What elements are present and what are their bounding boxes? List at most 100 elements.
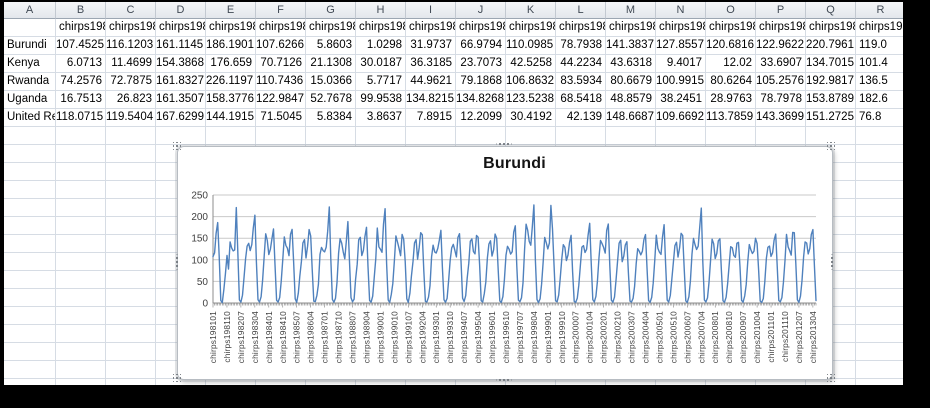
cell[interactable]: 70.7126: [256, 55, 306, 73]
cell[interactable]: [856, 199, 903, 217]
cell[interactable]: 161.1145: [156, 37, 206, 55]
field-header-cell[interactable]: chirps198: [206, 19, 256, 37]
cell[interactable]: [106, 127, 156, 145]
cell[interactable]: 16.7513: [56, 91, 106, 109]
cell[interactable]: 80.6679: [606, 73, 656, 91]
field-header-cell[interactable]: chirps198: [806, 19, 856, 37]
column-header-M[interactable]: M: [606, 2, 656, 19]
selection-handle-bottom-right[interactable]: [827, 374, 835, 382]
cell[interactable]: [406, 127, 456, 145]
cell[interactable]: 109.6692: [656, 109, 706, 127]
cell[interactable]: 76.8: [856, 109, 903, 127]
cell[interactable]: 74.2576: [56, 73, 106, 91]
selection-handle-left-middle[interactable]: [175, 255, 179, 270]
cell[interactable]: [56, 181, 106, 199]
cell[interactable]: [506, 127, 556, 145]
cell[interactable]: 141.3837: [606, 37, 656, 55]
cell[interactable]: [106, 217, 156, 235]
cell[interactable]: [4, 181, 56, 199]
cell[interactable]: [106, 361, 156, 379]
cell[interactable]: 3.8637: [356, 109, 406, 127]
cell[interactable]: [706, 127, 756, 145]
cell[interactable]: 220.7961: [806, 37, 856, 55]
cell[interactable]: [106, 325, 156, 343]
cell[interactable]: 1.0298: [356, 37, 406, 55]
field-header-cell[interactable]: chirps198: [456, 19, 506, 37]
cell[interactable]: 36.3185: [406, 55, 456, 73]
column-header-P[interactable]: P: [756, 2, 806, 19]
cell[interactable]: 5.7717: [356, 73, 406, 91]
cell[interactable]: 105.2576: [756, 73, 806, 91]
cell[interactable]: 120.6816: [706, 37, 756, 55]
cell[interactable]: 6.0713: [56, 55, 106, 73]
selection-handle-bottom-middle[interactable]: [497, 378, 512, 382]
cell[interactable]: [56, 271, 106, 289]
cell[interactable]: 66.9794: [456, 37, 506, 55]
selection-handle-bottom-left[interactable]: [173, 374, 181, 382]
field-header-cell[interactable]: chirps198: [356, 19, 406, 37]
cell[interactable]: [856, 127, 903, 145]
column-header-H[interactable]: H: [356, 2, 406, 19]
cell[interactable]: [856, 253, 903, 271]
cell[interactable]: [106, 271, 156, 289]
cell[interactable]: [106, 199, 156, 217]
cell[interactable]: 44.2234: [556, 55, 606, 73]
cell[interactable]: 106.8632: [506, 73, 556, 91]
field-header-cell[interactable]: chirps198: [56, 19, 106, 37]
cell[interactable]: [856, 271, 903, 289]
cell[interactable]: [106, 145, 156, 163]
column-header-L[interactable]: L: [556, 2, 606, 19]
cell[interactable]: 134.7015: [806, 55, 856, 73]
cell[interactable]: [4, 217, 56, 235]
cell[interactable]: [106, 163, 156, 181]
cell[interactable]: 107.4525: [56, 37, 106, 55]
cell[interactable]: 144.1915: [206, 109, 256, 127]
field-header-cell[interactable]: chirps198: [606, 19, 656, 37]
cell[interactable]: 110.0985: [506, 37, 556, 55]
cell[interactable]: 113.7859: [706, 109, 756, 127]
cell[interactable]: 26.823: [106, 91, 156, 109]
field-header-cell[interactable]: chirps198: [256, 19, 306, 37]
cell[interactable]: [56, 235, 106, 253]
cell[interactable]: [56, 253, 106, 271]
cell[interactable]: 33.6907: [756, 55, 806, 73]
cell[interactable]: [606, 127, 656, 145]
cell[interactable]: 116.1203: [106, 37, 156, 55]
cell[interactable]: 154.3868: [156, 55, 206, 73]
cell[interactable]: [106, 343, 156, 361]
cell[interactable]: 5.8603: [306, 37, 356, 55]
cell[interactable]: [4, 145, 56, 163]
cell[interactable]: 226.1197: [206, 73, 256, 91]
selection-handle-right-middle[interactable]: [830, 255, 834, 270]
cell[interactable]: 21.1308: [306, 55, 356, 73]
cell[interactable]: 78.7978: [756, 91, 806, 109]
cell[interactable]: [56, 343, 106, 361]
cell[interactable]: 148.6687: [606, 109, 656, 127]
field-header-cell[interactable]: chirps198: [756, 19, 806, 37]
cell[interactable]: [4, 127, 56, 145]
cell[interactable]: 71.5045: [256, 109, 306, 127]
column-header-I[interactable]: I: [406, 2, 456, 19]
column-header-A[interactable]: A: [4, 2, 56, 19]
cell[interactable]: [4, 289, 56, 307]
row-label[interactable]: Uganda: [4, 91, 56, 109]
selection-handle-top-middle[interactable]: [497, 142, 512, 146]
cell[interactable]: [4, 235, 56, 253]
cell[interactable]: [4, 343, 56, 361]
cell[interactable]: 44.9621: [406, 73, 456, 91]
cell[interactable]: 5.8384: [306, 109, 356, 127]
cell[interactable]: [4, 19, 56, 37]
cell[interactable]: 186.1901: [206, 37, 256, 55]
cell[interactable]: 80.6264: [706, 73, 756, 91]
cell[interactable]: [4, 271, 56, 289]
cell[interactable]: 153.8789: [806, 91, 856, 109]
cell[interactable]: [4, 163, 56, 181]
cell[interactable]: 42.5258: [506, 55, 556, 73]
cell[interactable]: 15.0366: [306, 73, 356, 91]
cell[interactable]: [56, 199, 106, 217]
field-header-cell[interactable]: chirps198: [506, 19, 556, 37]
cell[interactable]: 42.139: [556, 109, 606, 127]
data-series-line[interactable]: [213, 205, 816, 303]
cell[interactable]: [856, 379, 903, 385]
cell[interactable]: [56, 145, 106, 163]
